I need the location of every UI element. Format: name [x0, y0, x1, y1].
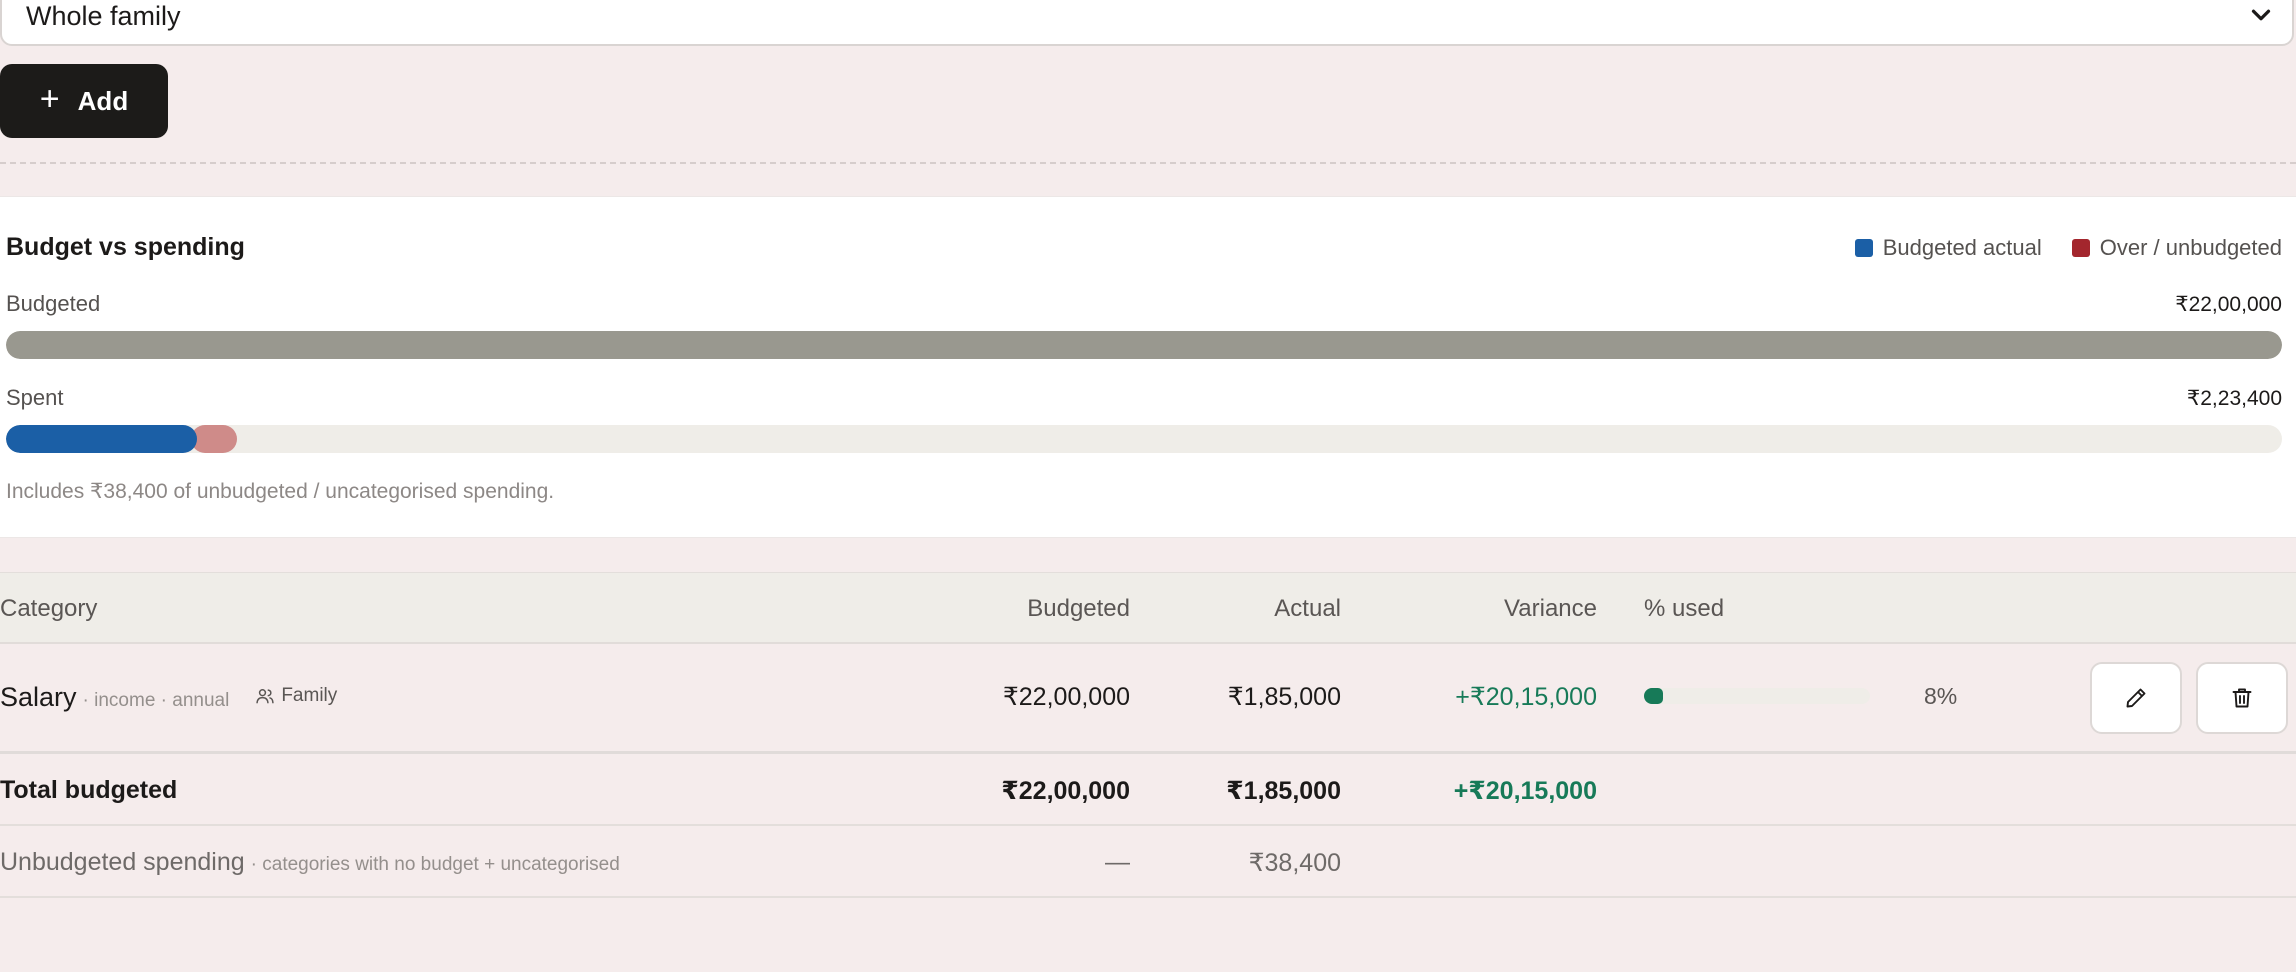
percent-used-bar-track [1644, 688, 1870, 704]
budgeted-bar-track [6, 331, 2282, 359]
delete-button[interactable] [2196, 662, 2288, 734]
table-row: Salary · income · annual Family ₹22,00,0… [0, 644, 2296, 754]
divider [0, 162, 2296, 164]
category-name: Salary [0, 682, 77, 712]
total-actual: ₹1,85,000 [1226, 777, 1341, 805]
users-icon [256, 689, 274, 704]
scope-badge: Family [255, 685, 337, 707]
header-budgeted: Budgeted [1027, 595, 1130, 622]
spent-value: ₹2,23,400 [2186, 387, 2282, 410]
total-budgeted-row: Total budgeted ₹22,00,000 ₹1,85,000 +₹20… [0, 754, 2296, 826]
unbudgeted-budgeted: — [1105, 848, 1130, 876]
scope-label: Family [281, 685, 338, 706]
card-title: Budget vs spending [6, 233, 245, 261]
header-actual: Actual [1274, 595, 1341, 622]
trash-icon [2232, 688, 2252, 708]
header-category: Category [0, 595, 98, 622]
budgeted-bar-fill [6, 331, 2282, 359]
total-label: Total budgeted [0, 776, 178, 804]
add-button[interactable]: + Add [0, 64, 168, 138]
category-cell: Salary · income · annual Family [0, 682, 337, 713]
spent-budgeted-bar-fill [6, 425, 198, 453]
unbudgeted-note: Includes ₹38,400 of unbudgeted / uncateg… [6, 480, 555, 503]
header-percent-used: % used [1644, 595, 1725, 622]
chevron-down-icon [2251, 9, 2271, 21]
plus-icon: + [39, 80, 60, 118]
legend: Budgeted actual Over / unbudgeted [1854, 235, 2282, 261]
budgeted-cell: ₹22,00,000 [1002, 683, 1130, 711]
spent-bar-track [6, 425, 2282, 453]
legend-label-over-unbudgeted: Over / unbudgeted [2099, 235, 2282, 260]
percent-used-bar-fill [1644, 688, 1663, 704]
edit-button[interactable] [2090, 662, 2182, 734]
table-header: Category Budgeted Actual Variance % used [0, 572, 2296, 644]
legend-label-budgeted-actual: Budgeted actual [1882, 235, 2042, 260]
variance-cell: +₹20,15,000 [1455, 683, 1597, 711]
add-button-label: Add [77, 85, 129, 116]
budgeted-label: Budgeted [6, 291, 101, 316]
category-meta: · income · annual [82, 690, 230, 711]
unbudgeted-meta: · categories with no budget + uncategori… [250, 854, 620, 875]
budget-vs-spending-card: Budget vs spending Budgeted actual Over … [0, 196, 2296, 538]
header-variance: Variance [1504, 595, 1597, 622]
legend-swatch-budgeted-actual [1854, 239, 1873, 257]
unbudgeted-label: Unbudgeted spending [0, 848, 245, 876]
pencil-icon [2126, 688, 2146, 708]
unbudgeted-label-cell: Unbudgeted spending · categories with no… [0, 848, 620, 877]
budgeted-value: ₹22,00,000 [2175, 293, 2282, 316]
legend-item-over-unbudgeted: Over / unbudgeted [2071, 235, 2282, 261]
unbudgeted-actual: ₹38,400 [1248, 849, 1341, 877]
family-filter-select[interactable]: Whole family [0, 0, 2294, 46]
actual-cell: ₹1,85,000 [1227, 683, 1341, 711]
total-variance: +₹20,15,000 [1453, 777, 1597, 805]
legend-item-budgeted-actual: Budgeted actual [1854, 235, 2042, 261]
spent-over-bar-fill [191, 425, 238, 453]
total-budgeted: ₹22,00,000 [1001, 777, 1130, 805]
percent-used-value: 8% [1924, 683, 1958, 709]
spent-label: Spent [6, 385, 64, 410]
unbudgeted-spending-row: Unbudgeted spending · categories with no… [0, 826, 2296, 898]
legend-swatch-over-unbudgeted [2071, 239, 2090, 257]
family-filter-value: Whole family [26, 0, 181, 31]
